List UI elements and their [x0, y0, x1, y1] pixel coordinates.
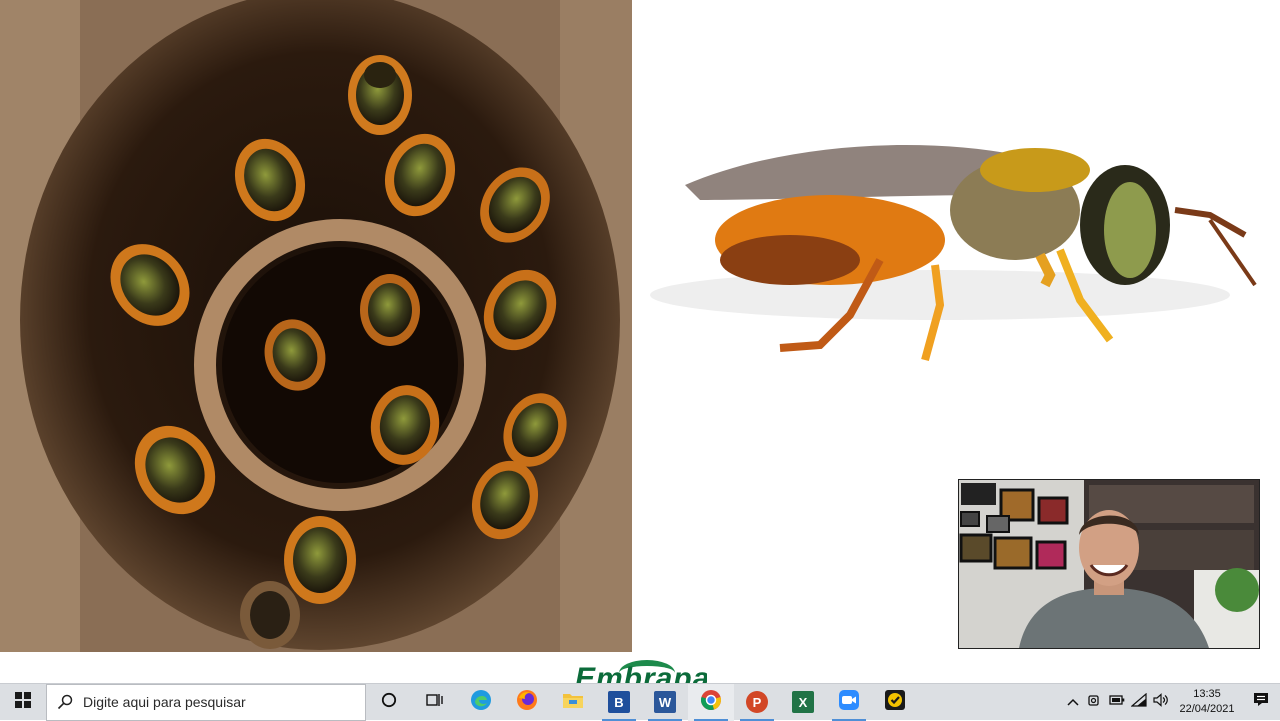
taskbar-clock[interactable]: 13:35 22/04/2021 [1176, 687, 1238, 717]
chevron-up-icon [1067, 693, 1079, 711]
windows-taskbar: B W P X [0, 683, 1280, 721]
windows-logo-icon [15, 691, 31, 713]
b-icon: B [608, 691, 630, 713]
taskbar-app-chrome[interactable] [688, 683, 734, 721]
chrome-icon [700, 689, 722, 716]
tray-meet-now[interactable] [1084, 684, 1106, 721]
check-shield-icon [884, 689, 906, 716]
tray-volume[interactable] [1150, 684, 1172, 721]
zoom-icon [838, 689, 860, 716]
clock-date: 22/04/2021 [1179, 703, 1235, 715]
taskbar-app-zoom[interactable] [826, 684, 872, 721]
taskbar-app-edge[interactable] [458, 684, 504, 721]
meet-now-icon [1088, 693, 1102, 712]
bee-profile-photo [640, 100, 1265, 390]
volume-icon [1153, 692, 1169, 712]
embrapa-logo: Embrapa [575, 660, 707, 683]
action-center-button[interactable] [1242, 684, 1280, 721]
presentation-slide: Embrapa [0, 0, 1280, 683]
search-icon [47, 694, 83, 710]
tray-wifi[interactable] [1128, 684, 1150, 721]
wifi-icon [1130, 692, 1147, 712]
search-input[interactable] [83, 694, 353, 710]
circle-icon [381, 692, 397, 713]
taskbar-app-word[interactable]: W [642, 684, 688, 721]
taskbar-app-norton[interactable] [872, 684, 918, 721]
powerpoint-icon: P [746, 691, 768, 713]
taskbar-app-firefox[interactable] [504, 684, 550, 721]
taskbar-app-file-explorer[interactable] [550, 684, 596, 721]
taskbar-app-excel[interactable]: X [780, 684, 826, 721]
show-hidden-icons-button[interactable] [1062, 684, 1084, 721]
task-view-icon [426, 692, 444, 713]
edge-icon [470, 689, 492, 716]
tray-battery[interactable] [1106, 684, 1128, 721]
folder-icon [562, 691, 584, 714]
start-button[interactable] [0, 684, 46, 721]
battery-icon [1109, 693, 1125, 711]
taskbar-app-b[interactable]: B [596, 684, 642, 721]
cortana-button[interactable] [366, 684, 412, 721]
firefox-icon [516, 689, 538, 716]
notification-icon [1253, 692, 1269, 712]
clock-time: 13:35 [1193, 688, 1221, 700]
system-tray: 13:35 22/04/2021 [1062, 684, 1280, 721]
webcam-video-feed [958, 479, 1260, 649]
taskbar-app-powerpoint[interactable]: P [734, 684, 780, 721]
task-view-button[interactable] [412, 684, 458, 721]
excel-icon: X [792, 691, 814, 713]
taskbar-search-box[interactable] [46, 683, 366, 721]
bee-nest-photo [0, 0, 632, 652]
logo-text: Embrapa [575, 662, 707, 684]
word-icon: W [654, 691, 676, 713]
